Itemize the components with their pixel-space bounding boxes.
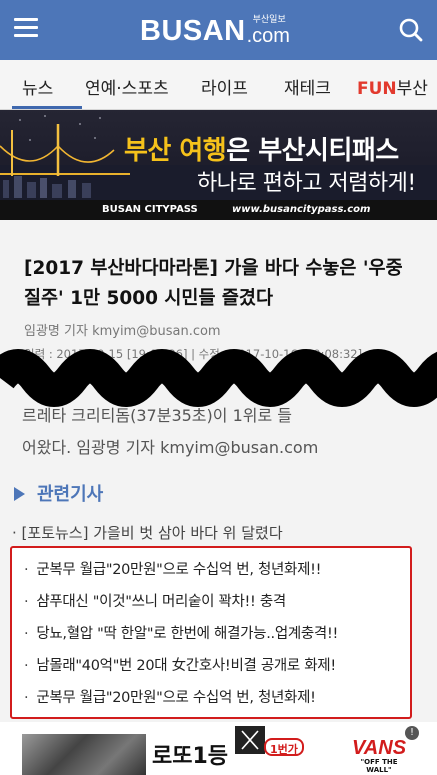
sponsored-link[interactable]: · 군복무 월급"20만원"으로 수십억 번, 청년화제! (24, 686, 316, 707)
ad-thumbnail-image[interactable] (22, 734, 146, 775)
tab-fun-label: FUN (357, 79, 397, 99)
logo-main-text: BUSAN (140, 15, 246, 47)
banner-title-highlight: 부산 여행 (124, 136, 227, 166)
logo-domain-text: .com (246, 25, 290, 47)
sponsored-link-text: 남몰래"40억"번 20대 女간호사!비결 공개로 화제! (36, 658, 336, 674)
info-icon[interactable]: ! (405, 726, 419, 740)
site-logo[interactable]: BUSAN 부산일보 .com (140, 10, 290, 47)
banner-brand: BUSAN CITYPASS (102, 204, 198, 215)
top-header: BUSAN 부산일보 .com (0, 0, 437, 60)
tab-finance[interactable]: 재테크 (284, 74, 331, 99)
sponsored-link-text: 군복무 월급"20만원"으로 수십억 번, 청년화제! (36, 690, 316, 706)
bottom-ad-strip: 로또1등 1번가 VANS "OFF THE WALL" ! (0, 722, 437, 775)
active-tab-underline (12, 106, 82, 109)
logo-korean-text: 부산일보 (252, 15, 286, 25)
related-heading-label: 관련기사 (37, 484, 104, 505)
article-body-line: 어왔다. 임광명 기자 kmyim@busan.com (22, 438, 319, 457)
vans-slogan: "OFF THE WALL" (360, 758, 398, 774)
sponsored-links-box: · 군복무 월급"20만원"으로 수십억 번, 청년화제!! · 샴푸대신 "이것"… (10, 546, 412, 719)
tab-life[interactable]: 라이프 (201, 74, 248, 99)
close-icon[interactable] (235, 726, 265, 754)
banner-title: 부산 여행은 부산시티패스 (124, 130, 399, 167)
sponsored-link-text: 당뇨,혈압 "딱 한알"로 한번에 해결가능..업계충격!! (36, 626, 338, 642)
tab-news[interactable]: 뉴스 (22, 74, 53, 99)
banner-title-rest: 은 부산시티패스 (226, 136, 399, 166)
vans-ad-logo[interactable]: VANS "OFF THE WALL" (350, 738, 408, 774)
article-headline: [2017 부산바다마라톤] 가을 바다 수놓은 '우중 질주' 1만 5000… (24, 258, 403, 309)
banner-url: www.busancitypass.com (232, 204, 371, 215)
related-article-link[interactable]: · [포토뉴스] 가을비 벗 삼아 바다 위 달렸다 (12, 522, 283, 543)
ad-title[interactable]: 로또1등 (152, 738, 228, 770)
citypass-banner-ad[interactable]: 부산 여행은 부산시티패스 하나로 편하고 저렴하게! BUSAN CITYPA… (0, 110, 437, 220)
banner-subtitle: 하나로 편하고 저렴하게! (197, 171, 416, 196)
related-articles-heading[interactable]: 관련기사 (14, 480, 103, 506)
sponsored-link-text: 샴푸대신 "이것"쓰니 머리숱이 꽉차!! 충격 (36, 594, 286, 610)
sponsored-link[interactable]: · 군복무 월급"20만원"으로 수십억 번, 청년화제!! (24, 558, 321, 579)
search-icon[interactable] (398, 17, 424, 43)
hamburger-menu-icon[interactable] (14, 18, 38, 38)
article-byline: 임광명 기자 kmyim@busan.com (24, 324, 221, 339)
sponsored-link[interactable]: · 당뇨,혈압 "딱 한알"로 한번에 해결가능..업계충격!! (24, 622, 338, 643)
sponsored-link-text: 군복무 월급"20만원"으로 수십억 번, 청년화제!! (36, 562, 322, 578)
category-nav: 뉴스 연예·스포츠 라이프 재테크 FUN부산 (0, 60, 437, 110)
article-body-line: 르레타 크리티돔(37분35초)이 1위로 들 (22, 406, 293, 425)
article-body: 르레타 크리티돔(37분35초)이 1위로 들 어왔다. 임광명 기자 kmyi… (22, 400, 422, 464)
tab-entertainment-sports[interactable]: 연예·스포츠 (85, 74, 169, 99)
tab-fun-busan[interactable]: FUN부산 (357, 74, 428, 99)
sponsored-link[interactable]: · 샴푸대신 "이것"쓰니 머리숱이 꽉차!! 충격 (24, 590, 286, 611)
triangle-right-icon (14, 487, 25, 501)
tab-fun-rest-label: 부산 (396, 79, 428, 99)
sponsored-link[interactable]: · 남몰래"40억"번 20대 女간호사!비결 공개로 화제! (24, 654, 336, 675)
vans-brand: VANS (351, 737, 407, 759)
banner-footer-bar: BUSAN CITYPASS www.busancitypass.com (0, 200, 437, 220)
ad-tag[interactable]: 1번가 (264, 738, 304, 756)
